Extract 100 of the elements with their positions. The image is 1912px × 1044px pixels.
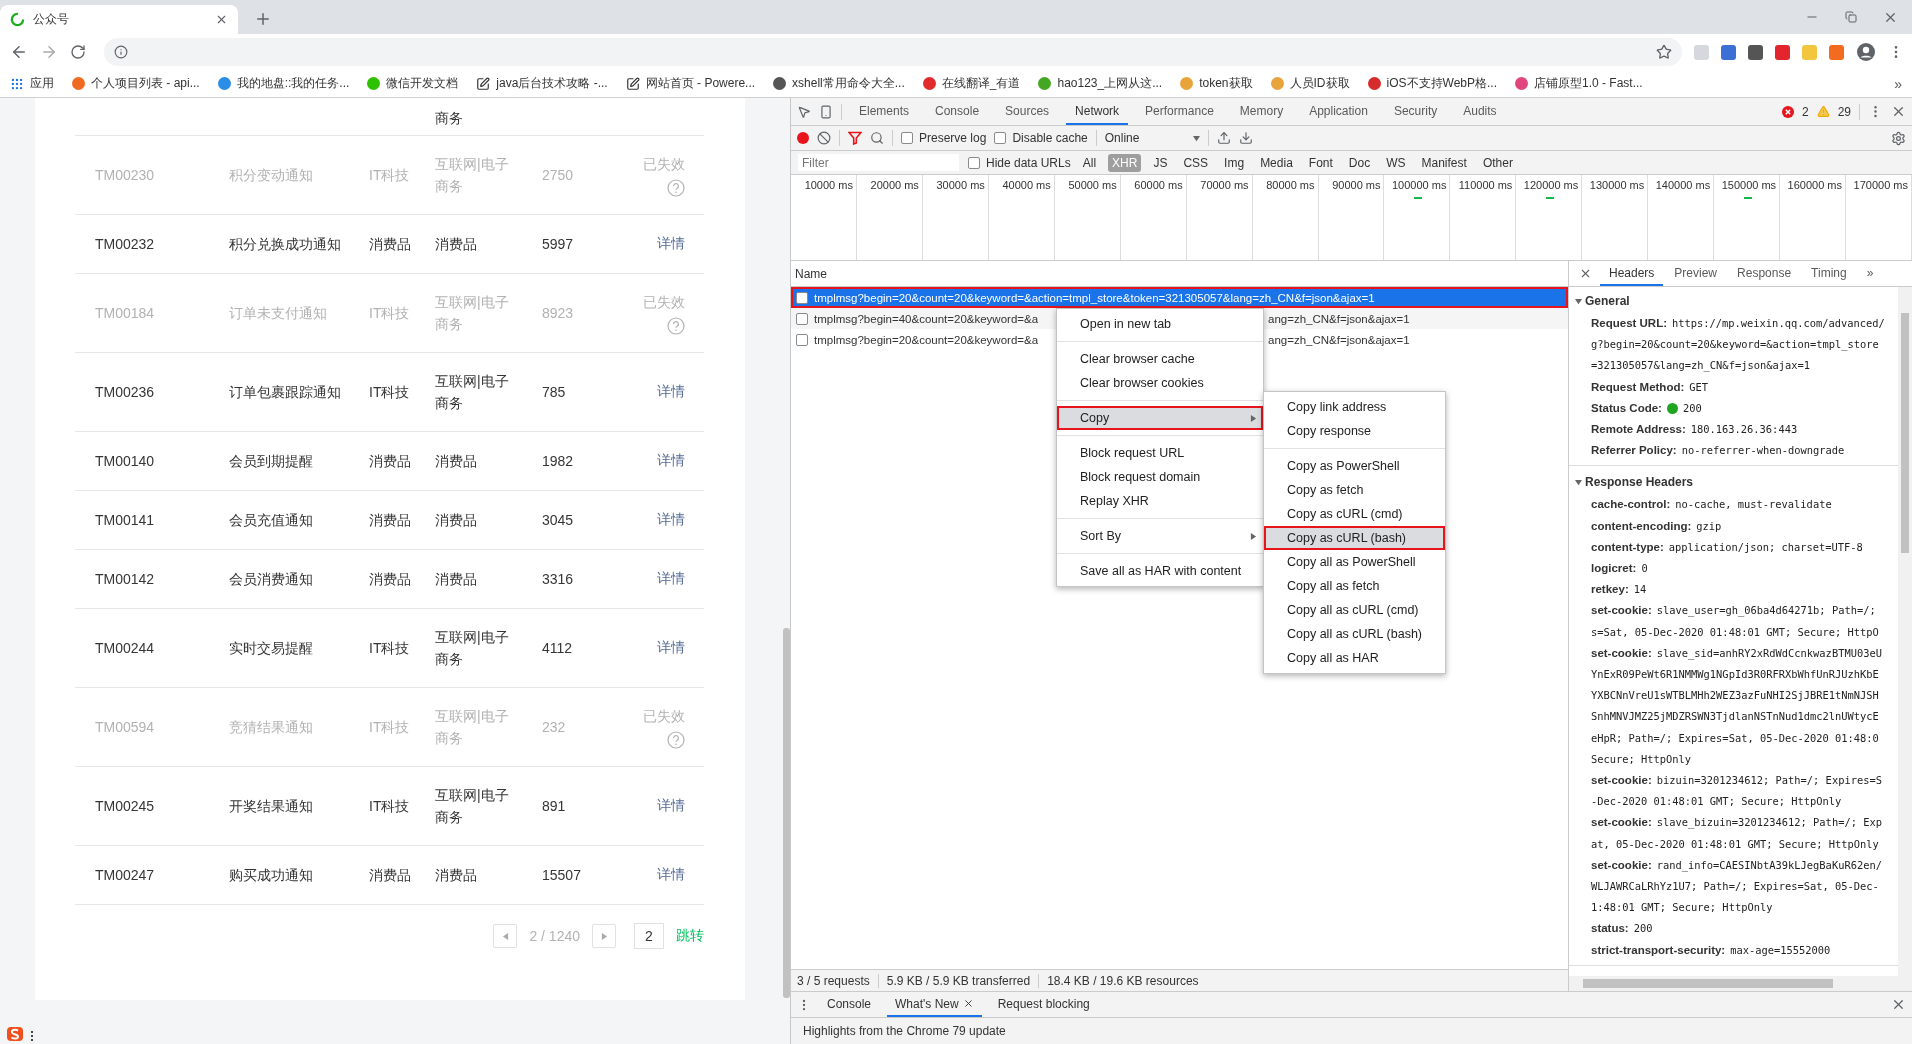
time-label: 100000 ms: [1391, 179, 1447, 191]
table-cell-text: 消费品: [435, 866, 478, 885]
header-value: at, 05-Dec-2020 01:48:01 GMT; Secure; HttpOnly: [1591, 836, 1879, 852]
expired-label: 已失效: [643, 155, 685, 174]
header-name: strict-transport-security:: [1591, 942, 1726, 958]
header-value: SnhMNVJMZ25jMDZRSWN3TjdlanNSTnNud1dmc2lnUWtycE: [1591, 709, 1879, 725]
header-name: set-cookie:: [1591, 603, 1652, 619]
header-name: set-cookie:: [1591, 773, 1652, 789]
menu-label: Sort By: [1080, 529, 1121, 543]
table-cell-text: 5997: [542, 235, 575, 254]
expired-label: 已失效: [643, 293, 685, 312]
table-cell-text: 消费品: [435, 235, 478, 254]
table-cell-text: 互联网|电子商务: [435, 628, 510, 669]
table-cell-text: 3316: [542, 570, 575, 589]
table-cell-text: TM00232: [95, 235, 156, 254]
header-value: max-age=15552000: [1730, 942, 1831, 958]
time-label: 40000 ms: [1002, 179, 1051, 191]
time-label: 70000 ms: [1200, 179, 1249, 191]
table-cell-text: TM00244: [95, 639, 156, 658]
table-cell-text: 会员充值通知: [229, 511, 314, 530]
header-value: s=Sat, 05-Dec-2020 01:48:01 GMT; Secure; HttpO: [1591, 624, 1879, 640]
header-value: -Dec-2020 01:48:01 GMT; Secure; HttpOnly: [1591, 794, 1842, 810]
request-name: ang=zh_CN&f=json&ajax=1: [1268, 333, 1410, 346]
header-value: slave_user=gh_06ba4d64271b; Path=/;: [1656, 603, 1876, 619]
table-cell-text: 232: [542, 718, 567, 737]
header-value: no-cache, must-revalidate: [1675, 497, 1832, 513]
header-value: YnExR09PeWt6R1NMMWg1NGpId3R0RFRXbWhfUnRJUzhKbE: [1591, 667, 1879, 683]
table-cell-text: 1982: [542, 452, 575, 471]
table-cell-text: 商务: [435, 109, 464, 128]
drawer-text: Highlights from the Chrome 79 update: [803, 1024, 1006, 1038]
header-name: set-cookie:: [1591, 857, 1652, 873]
table-cell-text: 消费品: [369, 511, 412, 530]
time-label: 130000 ms: [1589, 179, 1645, 191]
table-cell-text: 购买成功通知: [229, 866, 314, 885]
header-name: Status Code:: [1591, 400, 1662, 416]
menu-label: Save all as HAR with content: [1080, 564, 1242, 578]
header-value: application/json; charset=UTF-8: [1668, 539, 1863, 555]
header-value: WLJAWRCaLRhYz1U7; Path=/; Expires=Sat, 05-Dec-: [1591, 879, 1879, 895]
table-cell-text: 4112: [542, 639, 574, 658]
table-cell-text: 消费品: [435, 570, 478, 589]
header-value: slave_bizuin=3201234612; Path=/; Exp: [1656, 815, 1882, 831]
header-value: Secure; HttpOnly: [1591, 751, 1692, 767]
status-text: 5.9 KB / 5.9 KB transferred: [878, 973, 1040, 988]
time-label: 110000 ms: [1458, 179, 1513, 191]
menu-label: Block request domain: [1080, 470, 1201, 484]
table-cell-text: IT科技: [369, 383, 411, 402]
header-value: =321305057&lang=zh_CN&f=json&ajax=1: [1591, 358, 1810, 374]
warning-count: 29: [1837, 104, 1851, 119]
header-value: g?begin=20&count=20&keyword=&action=tmpl_store: [1591, 337, 1879, 353]
menu-label: Clear browser cookies: [1080, 376, 1204, 390]
menu-label: Clear browser cache: [1080, 352, 1195, 366]
table-cell-text: 15507: [542, 866, 582, 885]
table-cell-text: TM00247: [95, 866, 156, 885]
table-cell-text: IT科技: [369, 797, 411, 816]
table-cell-text: 会员消费通知: [229, 570, 314, 589]
header-value: eHpR; Path=/; Expires=Sat, 05-Dec-2020 01:48:0: [1591, 730, 1879, 746]
time-label: 60000 ms: [1134, 179, 1183, 191]
header-value: https://mp.weixin.qq.com/advanced/: [1672, 316, 1885, 331]
table-cell-text: 互联网|电子商务: [435, 155, 510, 196]
table-cell-text: 订单未支付通知: [229, 304, 328, 323]
table-cell-text: 785: [542, 383, 567, 402]
time-label: 150000 ms: [1721, 179, 1777, 191]
table-cell-text: 互联网|电子商务: [435, 786, 510, 827]
table-cell-text: 实时交易提醒: [229, 639, 314, 658]
table-cell-text: 竞猜结果通知: [229, 718, 314, 737]
time-label: 170000 ms: [1853, 179, 1908, 191]
error-count: 2: [1801, 104, 1809, 119]
table-cell-text: 会员到期提醒: [229, 452, 314, 471]
header-name: Remote Address:: [1591, 422, 1686, 437]
header-value: 0: [1641, 561, 1648, 577]
table-cell-text: IT科技: [369, 718, 411, 737]
table-cell-text: IT科技: [369, 166, 411, 185]
header-name: Referrer Policy:: [1591, 443, 1677, 459]
request-name: tmplmsg?begin=20&count=20&keyword=&a: [814, 333, 1040, 346]
header-value: GET: [1689, 379, 1709, 395]
table-cell-text: 2750: [542, 166, 575, 185]
table-cell-text: TM00236: [95, 383, 156, 402]
table-cell-text: 891: [542, 797, 567, 816]
table-cell-text: 消费品: [369, 235, 412, 254]
time-label: 120000 ms: [1523, 179, 1579, 191]
header-value: bizuin=3201234612; Path=/; Expires=S: [1656, 773, 1882, 789]
header-name: set-cookie:: [1591, 645, 1652, 661]
header-name: cache-control:: [1591, 497, 1671, 513]
table-cell-text: TM00230: [95, 166, 156, 185]
page-info: 2 / 1240: [529, 927, 580, 946]
status-text: 18.4 KB / 19.6 KB resources: [1046, 973, 1200, 988]
table-cell-text: TM00245: [95, 797, 156, 816]
request-name: tmplmsg?begin=40&count=20&keyword=&a: [814, 312, 1040, 325]
header-name: status:: [1591, 921, 1629, 937]
table-cell-text: IT科技: [369, 304, 411, 323]
menu-label: Open in new tab: [1080, 317, 1172, 331]
table-cell-text: 3045: [542, 511, 575, 530]
header-value: gzip: [1696, 518, 1722, 534]
table-cell-text: 消费品: [435, 452, 478, 471]
header-name: Request Method:: [1591, 379, 1685, 395]
header-value: slave_sid=anhRY2xRdWdCcnkwazBTMU03eU: [1656, 645, 1882, 662]
time-label: 140000 ms: [1655, 179, 1711, 191]
header-name: logicret:: [1591, 561, 1637, 577]
table-cell-text: 积分兑换成功通知: [229, 235, 342, 254]
table-cell-text: 订单包裹跟踪通知: [229, 383, 342, 402]
